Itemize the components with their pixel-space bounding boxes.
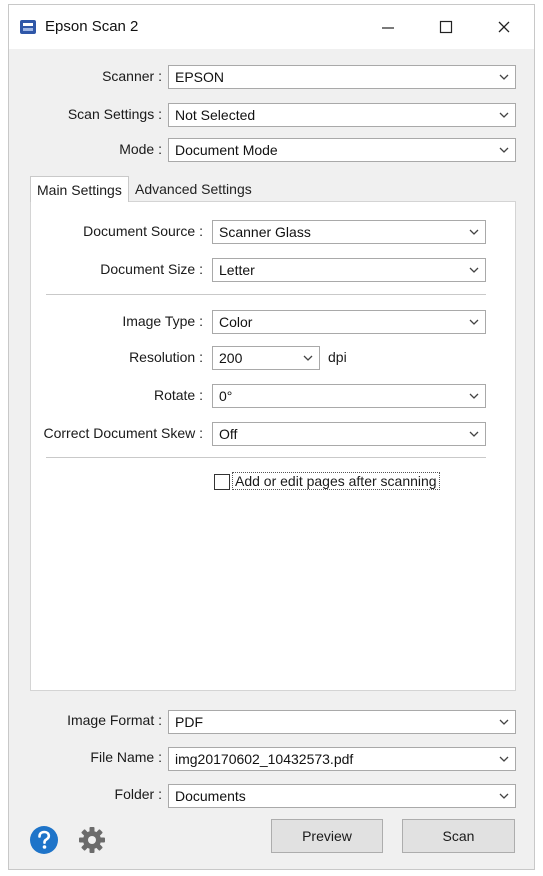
- image-type-label: Image Type :: [122, 313, 203, 329]
- file-name-label: File Name :: [90, 749, 162, 765]
- scan-settings-select[interactable]: Not Selected: [168, 103, 516, 127]
- chevron-down-icon: [469, 393, 479, 399]
- folder-select[interactable]: Documents: [168, 784, 516, 808]
- gear-icon[interactable]: [77, 825, 107, 855]
- divider-highlight: [46, 295, 486, 296]
- epson-scan-window: Epson Scan 2 Scanner : EPSON Scan Settin…: [8, 4, 535, 870]
- document-size-select[interactable]: Letter: [212, 258, 486, 282]
- maximize-button[interactable]: [423, 5, 469, 49]
- resolution-select[interactable]: 200: [212, 346, 320, 370]
- chevron-down-icon: [499, 756, 509, 762]
- scanner-select[interactable]: EPSON: [168, 65, 516, 89]
- chevron-down-icon: [499, 112, 509, 118]
- file-name-value: img20170602_10432573.pdf: [175, 751, 354, 767]
- document-source-value: Scanner Glass: [219, 224, 311, 240]
- chevron-down-icon: [303, 355, 313, 361]
- chevron-down-icon: [499, 719, 509, 725]
- maximize-icon: [439, 20, 453, 34]
- scan-settings-value: Not Selected: [175, 107, 256, 123]
- chevron-down-icon: [469, 431, 479, 437]
- document-size-label: Document Size :: [100, 261, 203, 277]
- image-format-label: Image Format :: [67, 712, 162, 728]
- image-format-select[interactable]: PDF: [168, 710, 516, 734]
- preview-button[interactable]: Preview: [271, 819, 383, 853]
- image-format-value: PDF: [175, 714, 203, 730]
- divider-highlight: [46, 458, 486, 459]
- chevron-down-icon: [499, 74, 509, 80]
- resolution-unit: dpi: [328, 349, 347, 365]
- document-source-label: Document Source :: [83, 223, 203, 239]
- skew-select[interactable]: Off: [212, 422, 486, 446]
- folder-value: Documents: [175, 788, 246, 804]
- skew-value: Off: [219, 426, 238, 442]
- scan-settings-label: Scan Settings :: [67, 106, 162, 122]
- folder-label: Folder :: [114, 786, 162, 802]
- image-type-select[interactable]: Color: [212, 310, 486, 334]
- minimize-icon: [382, 27, 394, 29]
- scanner-label: Scanner :: [102, 68, 162, 84]
- chevron-down-icon: [499, 793, 509, 799]
- add-pages-label[interactable]: Add or edit pages after scanning: [232, 472, 440, 490]
- close-icon: [498, 21, 510, 33]
- rotate-label: Rotate :: [153, 387, 203, 403]
- scanner-value: EPSON: [175, 69, 225, 85]
- image-type-value: Color: [219, 314, 253, 330]
- chevron-down-icon: [469, 319, 479, 325]
- tab-advanced-settings[interactable]: Advanced Settings: [129, 176, 258, 202]
- chevron-down-icon: [499, 147, 509, 153]
- window-title: Epson Scan 2: [45, 18, 139, 35]
- app-icon: [20, 20, 36, 34]
- mode-value: Document Mode: [175, 142, 278, 158]
- file-name-select[interactable]: img20170602_10432573.pdf: [168, 747, 516, 771]
- scan-button[interactable]: Scan: [402, 819, 515, 853]
- add-pages-checkbox[interactable]: [214, 474, 230, 490]
- close-button[interactable]: [481, 5, 527, 49]
- mode-label: Mode :: [119, 141, 162, 157]
- resolution-value: 200: [219, 350, 243, 366]
- skew-label: Correct Document Skew :: [43, 425, 204, 441]
- mode-select[interactable]: Document Mode: [168, 138, 516, 162]
- document-size-value: Letter: [219, 262, 255, 278]
- help-icon[interactable]: [29, 825, 59, 855]
- resolution-label: Resolution :: [129, 349, 203, 365]
- chevron-down-icon: [469, 229, 479, 235]
- minimize-button[interactable]: [365, 5, 411, 49]
- rotate-value: 0°: [219, 388, 233, 404]
- title-bar: Epson Scan 2: [9, 5, 534, 49]
- chevron-down-icon: [469, 267, 479, 273]
- rotate-select[interactable]: 0°: [212, 384, 486, 408]
- document-source-select[interactable]: Scanner Glass: [212, 220, 486, 244]
- tab-main-settings[interactable]: Main Settings: [30, 176, 129, 202]
